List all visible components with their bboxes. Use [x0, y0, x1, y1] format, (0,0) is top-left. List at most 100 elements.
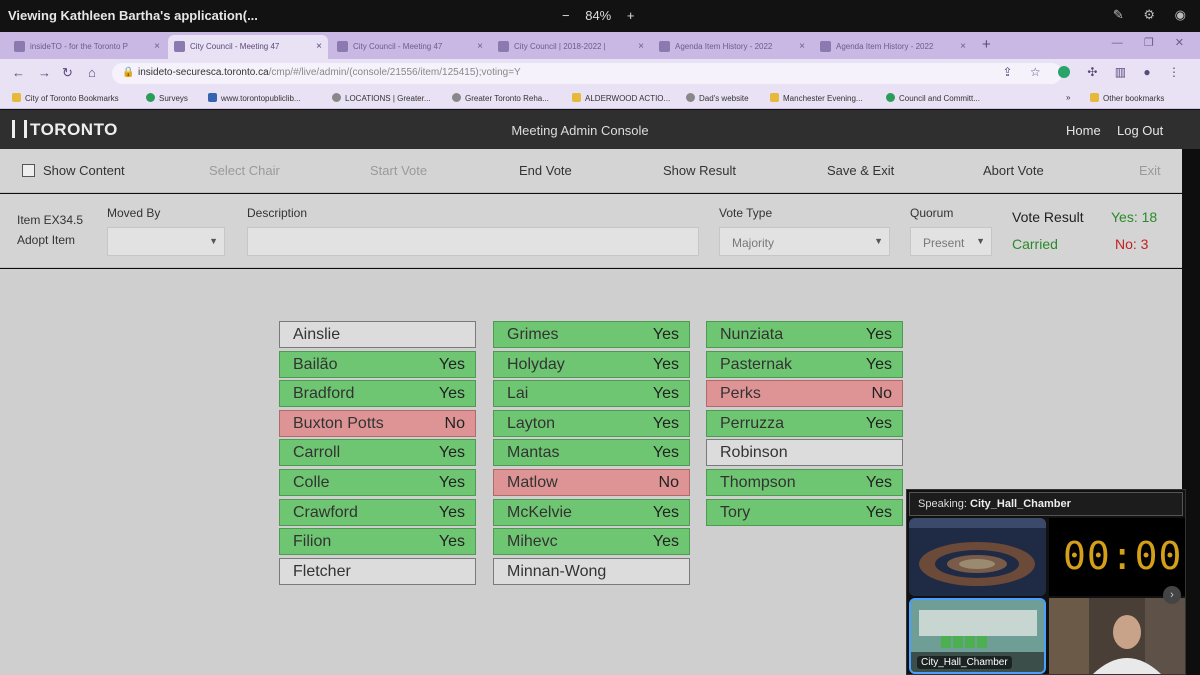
- council-icon: [886, 93, 895, 102]
- maximize-icon[interactable]: ❐: [1144, 37, 1154, 49]
- menu-icon[interactable]: ⋮: [1168, 65, 1180, 79]
- reload-icon[interactable]: ↻: [62, 65, 73, 81]
- zoom-out-button[interactable]: −: [562, 8, 570, 23]
- vote-row[interactable]: Mantas Yes: [493, 439, 690, 467]
- browser-tab[interactable]: City Council - Meeting 47 ×: [331, 35, 489, 59]
- item-info-bar: Item EX34.5 Adopt Item Moved By ▼ Descri…: [0, 194, 1182, 268]
- quorum-label: Quorum: [910, 206, 954, 220]
- vote-row[interactable]: Crawford Yes: [279, 498, 476, 526]
- chamber-video-tile[interactable]: [909, 518, 1046, 596]
- vote-row[interactable]: Bailão Yes: [279, 350, 476, 378]
- exit-button[interactable]: Exit: [1139, 163, 1161, 178]
- vote-value: Yes: [438, 355, 465, 373]
- chevron-down-icon: ▼: [209, 236, 218, 246]
- councillor-name: Perruzza: [720, 414, 785, 432]
- vote-column-3: Nunziata Yes Pasternak Yes Perks No Perruzza Ye…: [706, 321, 903, 528]
- councillor-name: Colle: [293, 473, 330, 491]
- stop-share-icon[interactable]: ◉: [1175, 7, 1186, 22]
- bookmark-item[interactable]: City of Toronto Bookmarks: [12, 93, 119, 103]
- bookmark-item[interactable]: Greater Toronto Reha...: [452, 93, 549, 103]
- show-result-button[interactable]: Show Result: [663, 163, 736, 178]
- back-icon[interactable]: ←: [12, 65, 25, 80]
- browser-tab[interactable]: Agenda Item History - 2022 ×: [814, 35, 972, 59]
- zoom-control: − 84% +: [556, 8, 640, 23]
- vote-type-select[interactable]: Majority ▼: [719, 227, 890, 256]
- bookmark-item[interactable]: Council and Committ...: [886, 93, 980, 103]
- vote-row[interactable]: Buxton Potts No: [279, 409, 476, 437]
- share-page-icon[interactable]: ⇪: [1002, 65, 1012, 79]
- moved-by-select[interactable]: ▼: [107, 227, 225, 256]
- close-tab-icon[interactable]: ×: [960, 41, 966, 52]
- tab-label: City Council | 2018-2022 |: [514, 42, 606, 51]
- vote-row[interactable]: Fletcher: [279, 557, 476, 585]
- vote-row[interactable]: Robinson: [706, 439, 903, 467]
- vote-row[interactable]: Minnan-Wong: [493, 557, 690, 585]
- speaking-indicator: Speaking: City_Hall_Chamber: [909, 492, 1183, 516]
- extension-icon[interactable]: [1057, 65, 1070, 79]
- puzzle-icon[interactable]: ✣: [1087, 65, 1097, 79]
- home-icon[interactable]: ⌂: [88, 65, 96, 80]
- sidebar-icon[interactable]: ▥: [1115, 65, 1126, 79]
- end-vote-button[interactable]: End Vote: [519, 163, 572, 178]
- select-chair-button[interactable]: Select Chair: [209, 163, 280, 178]
- browser-tab-active[interactable]: City Council - Meeting 47 ×: [168, 35, 328, 59]
- bookmark-item[interactable]: Manchester Evening...: [770, 93, 863, 103]
- save-exit-button[interactable]: Save & Exit: [827, 163, 894, 178]
- close-tab-icon[interactable]: ×: [477, 41, 483, 52]
- home-link[interactable]: Home: [1066, 123, 1101, 138]
- participant-video-tile[interactable]: [1049, 598, 1185, 674]
- checkbox-icon[interactable]: [22, 164, 35, 177]
- url-field[interactable]: 🔒 insideto-securesca.toronto.ca/cmp/#/li…: [112, 63, 1062, 84]
- browser-tab[interactable]: Agenda Item History - 2022 ×: [653, 35, 811, 59]
- vote-row[interactable]: Pasternak Yes: [706, 350, 903, 378]
- vote-row[interactable]: Matlow No: [493, 468, 690, 496]
- chamber-video-tile-selected[interactable]: City_Hall_Chamber: [909, 598, 1046, 674]
- vote-row[interactable]: Lai Yes: [493, 380, 690, 408]
- councillor-name: Mihevc: [507, 533, 558, 551]
- vote-row[interactable]: Bradford Yes: [279, 380, 476, 408]
- vote-row[interactable]: Perks No: [706, 380, 903, 408]
- next-page-icon[interactable]: ›: [1163, 586, 1181, 604]
- description-field[interactable]: [247, 227, 699, 256]
- vote-row[interactable]: Tory Yes: [706, 498, 903, 526]
- vote-row[interactable]: Carroll Yes: [279, 439, 476, 467]
- profile-icon[interactable]: ●: [1143, 65, 1150, 79]
- new-tab-icon[interactable]: +: [982, 36, 991, 53]
- browser-tab[interactable]: insideTO - for the Toronto P ×: [8, 35, 166, 59]
- bookmark-item[interactable]: www.torontopubliclib...: [208, 93, 301, 103]
- close-window-icon[interactable]: ✕: [1175, 37, 1184, 49]
- vote-row[interactable]: Mihevc Yes: [493, 528, 690, 556]
- close-tab-icon[interactable]: ×: [799, 41, 805, 52]
- start-vote-button[interactable]: Start Vote: [370, 163, 427, 178]
- star-icon[interactable]: ☆: [1030, 65, 1041, 79]
- bookmark-item[interactable]: Surveys: [146, 93, 188, 103]
- vote-row[interactable]: Thompson Yes: [706, 468, 903, 496]
- bookmark-folder-other[interactable]: Other bookmarks: [1090, 93, 1164, 103]
- vote-row[interactable]: Filion Yes: [279, 528, 476, 556]
- browser-tab[interactable]: City Council | 2018-2022 | ×: [492, 35, 650, 59]
- bookmark-item[interactable]: LOCATIONS | Greater...: [332, 93, 431, 103]
- vote-row[interactable]: Layton Yes: [493, 409, 690, 437]
- minimize-icon[interactable]: —: [1112, 37, 1123, 49]
- close-tab-icon[interactable]: ×: [154, 41, 160, 52]
- vote-row[interactable]: Holyday Yes: [493, 350, 690, 378]
- close-tab-icon[interactable]: ×: [316, 41, 322, 52]
- abort-vote-button[interactable]: Abort Vote: [983, 163, 1044, 178]
- vote-row[interactable]: McKelvie Yes: [493, 498, 690, 526]
- vote-row[interactable]: Perruzza Yes: [706, 409, 903, 437]
- vote-row[interactable]: Colle Yes: [279, 468, 476, 496]
- forward-icon[interactable]: →: [38, 65, 51, 80]
- vote-row[interactable]: Ainslie: [279, 321, 476, 348]
- close-tab-icon[interactable]: ×: [638, 41, 644, 52]
- vote-row[interactable]: Grimes Yes: [493, 321, 690, 348]
- logout-link[interactable]: Log Out: [1117, 123, 1163, 138]
- show-content-toggle[interactable]: Show Content: [22, 163, 125, 178]
- bookmarks-overflow[interactable]: »: [1066, 93, 1070, 102]
- pen-icon[interactable]: ✎: [1113, 7, 1124, 22]
- bookmark-item[interactable]: ALDERWOOD ACTIO...: [572, 93, 670, 103]
- quorum-select[interactable]: Present ▼: [910, 227, 992, 256]
- settings-icon[interactable]: ⚙: [1143, 7, 1155, 22]
- vote-row[interactable]: Nunziata Yes: [706, 321, 903, 348]
- bookmark-item[interactable]: Dad's website: [686, 93, 749, 103]
- zoom-in-button[interactable]: +: [627, 8, 635, 23]
